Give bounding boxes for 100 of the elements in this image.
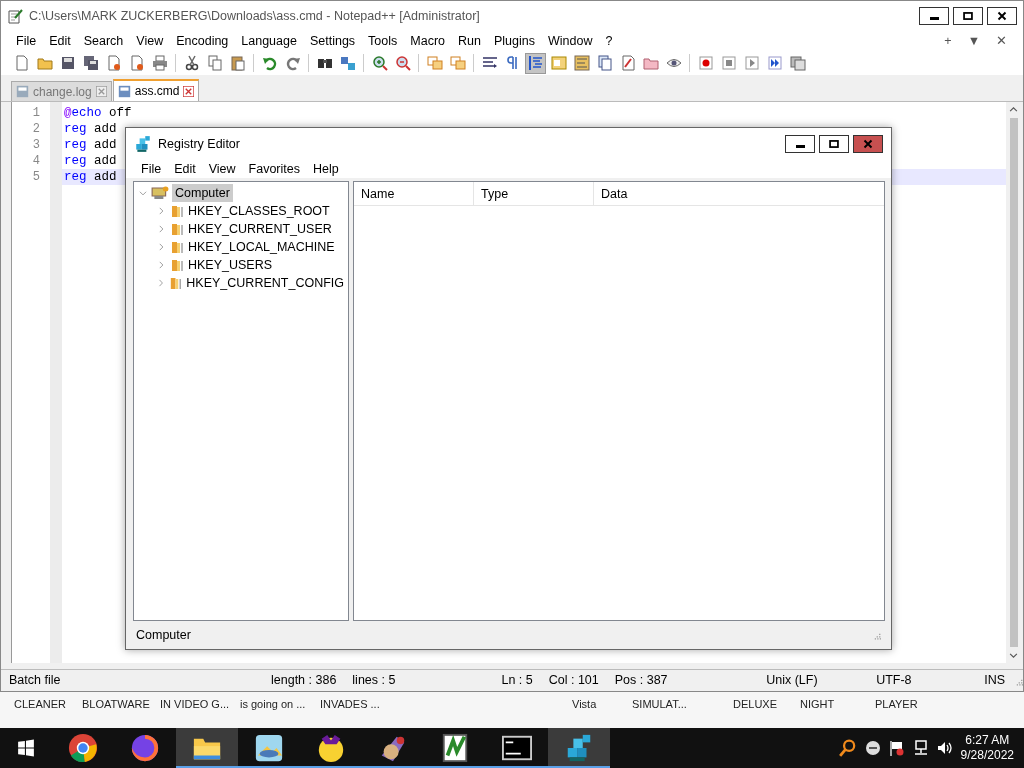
menu-item[interactable]: Settings bbox=[302, 32, 362, 50]
menu-item[interactable]: ? bbox=[598, 32, 619, 50]
window-icon bbox=[426, 55, 443, 71]
menu-item[interactable]: Encoding bbox=[169, 32, 235, 50]
menu-item[interactable]: Search bbox=[76, 32, 130, 50]
tab-label[interactable]: ass.cmd bbox=[134, 82, 180, 100]
tree-item[interactable]: Computer bbox=[172, 183, 233, 203]
maximize-icon bbox=[961, 9, 975, 23]
desktop-icon-label[interactable]: NIGHT bbox=[800, 696, 875, 713]
close-all-icon bbox=[128, 55, 145, 71]
notepad-icon bbox=[440, 733, 470, 763]
menu-item[interactable]: Edit bbox=[42, 32, 77, 50]
clock-time[interactable]: 6:27 AM bbox=[960, 733, 1014, 748]
column-header[interactable]: Name bbox=[354, 181, 474, 206]
scroll-thumb[interactable] bbox=[1009, 118, 1018, 647]
column-header[interactable]: Data bbox=[594, 181, 628, 206]
minus-circle-icon[interactable] bbox=[864, 740, 881, 756]
open-folder-icon bbox=[36, 55, 53, 71]
close-icon bbox=[995, 9, 1009, 23]
tree-item[interactable]: HKEY_CLASSES_ROOT bbox=[188, 201, 330, 221]
menu-item[interactable]: Tools bbox=[361, 32, 404, 50]
desktop-icon-label[interactable]: Vista bbox=[572, 696, 632, 713]
redo-icon bbox=[284, 55, 301, 71]
desktop-icon-label[interactable]: is going on ... bbox=[240, 696, 320, 713]
menu-item[interactable]: Plugins bbox=[486, 32, 541, 50]
file-tab[interactable]: ass.cmd bbox=[112, 79, 200, 101]
windows-logo-icon bbox=[17, 739, 35, 757]
scroll-down-icon[interactable] bbox=[1009, 651, 1018, 660]
file-icon bbox=[117, 84, 131, 98]
menu-item[interactable]: View bbox=[201, 160, 242, 178]
menu-item[interactable]: Language bbox=[234, 32, 303, 50]
stop-icon bbox=[720, 55, 737, 71]
line-number: 4 bbox=[31, 153, 41, 169]
tree-item[interactable]: HKEY_CURRENT_CONFIG bbox=[186, 273, 344, 293]
desktop-icon-label[interactable]: SIMULAT... bbox=[632, 696, 733, 713]
zoom-in-icon bbox=[371, 55, 388, 71]
chrome-icon bbox=[68, 733, 98, 763]
code-line: @echo off bbox=[64, 106, 132, 120]
status-text: Batch file bbox=[8, 672, 62, 690]
search-icon[interactable] bbox=[838, 739, 857, 757]
close-button[interactable]: ✕ bbox=[996, 31, 1007, 51]
file-icon bbox=[16, 85, 29, 98]
dropdown-button[interactable]: ▼ bbox=[967, 31, 980, 51]
column-header[interactable]: Type bbox=[474, 181, 594, 206]
desktop-icon-label[interactable]: PLAYER bbox=[875, 696, 955, 713]
minimize-icon bbox=[795, 145, 805, 148]
status-text: INS bbox=[983, 672, 1006, 690]
tree-item[interactable]: HKEY_LOCAL_MACHINE bbox=[188, 237, 335, 257]
menu-item[interactable]: Help bbox=[306, 160, 345, 178]
close-icon bbox=[861, 137, 875, 151]
window-title: C:\Users\MARK ZUCKERBERG\Downloads\ass.cmd - Notepad++ [Administrator] bbox=[29, 7, 480, 25]
minimize-icon bbox=[929, 17, 939, 20]
menu-item[interactable]: Run bbox=[451, 32, 487, 50]
desktop-icon-label[interactable]: INVADES ... bbox=[320, 696, 572, 713]
status-text: Ln : 5 bbox=[500, 672, 534, 690]
menu-item[interactable]: File bbox=[9, 32, 43, 50]
menu-item[interactable]: Favorites bbox=[241, 160, 306, 178]
print-icon bbox=[151, 55, 168, 71]
status-text: length : 386 bbox=[270, 672, 338, 690]
status-text: Pos : 387 bbox=[613, 672, 669, 690]
menu-item[interactable]: Edit bbox=[167, 160, 202, 178]
code-line: reg add bbox=[64, 170, 117, 184]
status-text: Col : 101 bbox=[547, 672, 600, 690]
new-tab-button[interactable]: + bbox=[944, 31, 952, 51]
desktop-icon-label[interactable]: DELUXE bbox=[733, 696, 800, 713]
maximize-button[interactable] bbox=[953, 7, 983, 25]
document-map-button[interactable] bbox=[571, 52, 592, 74]
menu-item[interactable]: File bbox=[134, 160, 168, 178]
status-text: UTF-8 bbox=[875, 672, 913, 690]
minimize-button[interactable] bbox=[785, 135, 815, 153]
taskbar-app-button[interactable] bbox=[176, 728, 238, 768]
close-icon[interactable] bbox=[183, 85, 195, 97]
desktop-icon-label[interactable]: BLOATWARE bbox=[82, 696, 160, 713]
save-all-icon bbox=[82, 55, 99, 71]
close-button[interactable] bbox=[987, 7, 1017, 25]
smiley-icon bbox=[316, 733, 346, 763]
menu-item[interactable]: View bbox=[129, 32, 170, 50]
speaker-icon[interactable] bbox=[936, 740, 953, 756]
tree-item[interactable]: HKEY_USERS bbox=[188, 255, 273, 275]
menu-item[interactable]: Window bbox=[540, 32, 599, 50]
flag-icon[interactable] bbox=[888, 740, 905, 756]
tree-item[interactable]: HKEY_CURRENT_USER bbox=[188, 219, 332, 239]
maximize-icon bbox=[827, 137, 841, 151]
indent-guide-icon bbox=[527, 55, 544, 71]
menu-item[interactable]: Macro bbox=[403, 32, 452, 50]
desktop-icon-label[interactable]: IN VIDEO G... bbox=[160, 696, 240, 713]
fox-globe-icon bbox=[130, 733, 160, 763]
scroll-up-icon[interactable] bbox=[1009, 105, 1018, 114]
maximize-button[interactable] bbox=[819, 135, 849, 153]
window-title: Registry Editor bbox=[158, 135, 240, 153]
network-icon[interactable] bbox=[912, 740, 929, 756]
line-number: 2 bbox=[31, 121, 41, 137]
scrollbar[interactable] bbox=[1006, 102, 1021, 663]
notepad-icon bbox=[7, 8, 23, 24]
computer-icon bbox=[151, 185, 169, 201]
desktop-icon-label[interactable]: CLEANER bbox=[14, 696, 82, 713]
indent-guide-button[interactable] bbox=[525, 52, 546, 74]
clock-date[interactable]: 9/28/2022 bbox=[960, 748, 1014, 763]
close-file-icon bbox=[105, 55, 122, 71]
minimize-button[interactable] bbox=[919, 7, 949, 25]
